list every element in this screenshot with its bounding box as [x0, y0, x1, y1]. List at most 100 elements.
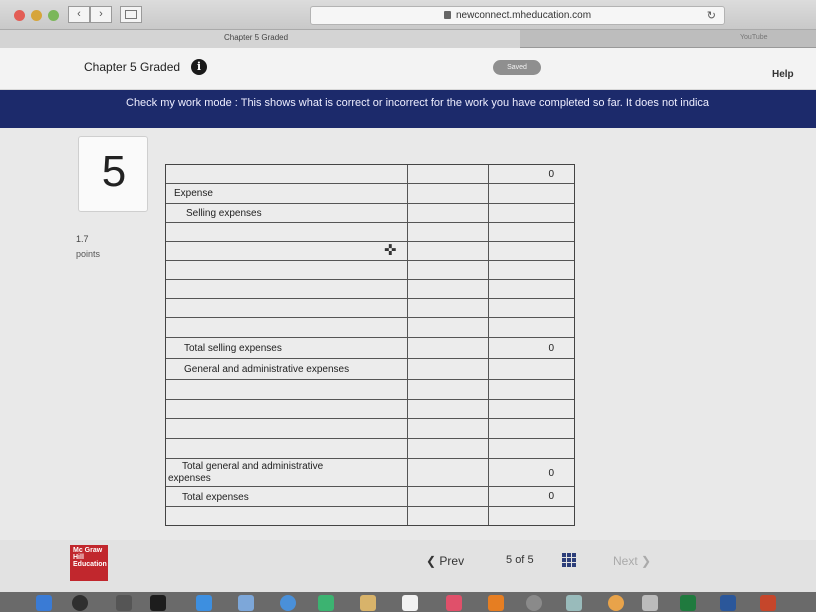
- total-cell: [489, 419, 574, 438]
- label-input[interactable]: [166, 318, 408, 337]
- label-input[interactable]: [166, 242, 408, 260]
- amount-cell[interactable]: [408, 165, 489, 183]
- table-row: [166, 299, 574, 318]
- sidebar-toggle-button[interactable]: [120, 6, 142, 23]
- help-button[interactable]: Help: [772, 69, 794, 80]
- app-store-icon[interactable]: [196, 595, 212, 611]
- page-current: 5: [506, 554, 513, 566]
- total-ga-label-line1: Total general and administrative: [182, 461, 324, 472]
- table-row: Total expenses 0: [166, 487, 574, 507]
- prev-label: Prev: [439, 554, 465, 568]
- label-cell[interactable]: [166, 165, 408, 183]
- amount-input[interactable]: [408, 439, 489, 458]
- launchpad-icon[interactable]: [72, 595, 88, 611]
- label-cell: General and administrative expenses: [166, 359, 408, 379]
- table-row: [166, 439, 574, 459]
- label-input[interactable]: [166, 280, 408, 298]
- window-controls: [14, 10, 59, 21]
- maps-icon[interactable]: [566, 595, 582, 611]
- info-icon[interactable]: i: [191, 59, 207, 75]
- settings-gear-icon[interactable]: [526, 595, 542, 611]
- excel-icon[interactable]: [680, 595, 696, 611]
- tab-strip: Chapter 5 Graded YouTube: [0, 30, 816, 48]
- safari-icon[interactable]: [280, 595, 296, 611]
- prev-button[interactable]: ❮ Prev: [426, 554, 464, 568]
- finder-icon[interactable]: [36, 595, 52, 611]
- total-cell: [489, 380, 574, 399]
- table-row: [166, 261, 574, 280]
- tab-chapter-5[interactable]: Chapter 5 Graded: [0, 30, 520, 48]
- question-area: 5 1.7 points 0 Expense Selling expenses: [0, 128, 816, 540]
- label-input[interactable]: [166, 507, 408, 525]
- question-navigation: Mc Graw Hill Education ❮ Prev 5 of 5 Nex…: [0, 540, 816, 592]
- address-bar[interactable]: newconnect.mheducation.com ↻: [310, 6, 725, 25]
- tab-youtube[interactable]: YouTube: [740, 34, 768, 41]
- preview-icon[interactable]: [238, 595, 254, 611]
- total-cell: [489, 507, 574, 525]
- amount-input[interactable]: [408, 280, 489, 298]
- page-total: 5: [527, 554, 534, 566]
- check-my-work-banner: Check my work mode : This shows what is …: [0, 90, 816, 128]
- amount-input[interactable]: [408, 400, 489, 418]
- amount-input[interactable]: [408, 419, 489, 438]
- amount-cell: [408, 184, 489, 203]
- banner-text: Check my work mode : This shows what is …: [126, 97, 710, 109]
- label-input[interactable]: [166, 439, 408, 458]
- table-row: [166, 280, 574, 299]
- table-row: [166, 318, 574, 338]
- page-indicator: 5 of 5: [506, 554, 534, 566]
- ga-heading: General and administrative expenses: [184, 364, 350, 375]
- top-total-value: 0: [548, 169, 554, 180]
- total-cell: [489, 359, 574, 379]
- amount-input[interactable]: [408, 380, 489, 399]
- total-ga-label-line2: expenses: [168, 473, 211, 484]
- label-input[interactable]: [166, 261, 408, 279]
- amount-input[interactable]: [408, 242, 489, 260]
- table-row: Expense: [166, 184, 574, 204]
- music-icon[interactable]: [446, 595, 462, 611]
- url-text: newconnect.mheducation.com: [456, 10, 592, 21]
- close-window-button[interactable]: [14, 10, 25, 21]
- total-cell: [489, 184, 574, 203]
- amount-input[interactable]: [408, 507, 489, 525]
- label-input[interactable]: [166, 380, 408, 399]
- photos-icon[interactable]: [608, 595, 624, 611]
- amount-input[interactable]: [408, 299, 489, 317]
- minimize-window-button[interactable]: [31, 10, 42, 21]
- word-icon[interactable]: [720, 595, 736, 611]
- amount-input[interactable]: [408, 223, 489, 241]
- assignment-header: Chapter 5 Graded i Saved Help: [0, 48, 816, 90]
- table-row: [166, 380, 574, 400]
- powerpoint-icon[interactable]: [760, 595, 776, 611]
- selling-heading: Selling expenses: [186, 208, 262, 219]
- table-row: General and administrative expenses: [166, 359, 574, 380]
- total-cell: 0: [489, 338, 574, 358]
- reload-icon[interactable]: ↻: [707, 9, 716, 22]
- app-icon[interactable]: [642, 595, 658, 611]
- total-selling-label: Total selling expenses: [184, 343, 282, 354]
- forward-button[interactable]: ›: [90, 6, 112, 23]
- rocket-icon[interactable]: [116, 595, 132, 611]
- notes-icon[interactable]: [360, 595, 376, 611]
- label-input[interactable]: [166, 400, 408, 418]
- label-cell: Total selling expenses: [166, 338, 408, 358]
- calendar-icon[interactable]: [402, 595, 418, 611]
- total-cell: 0: [489, 459, 574, 486]
- label-input[interactable]: [166, 299, 408, 317]
- total-cell: 0: [489, 487, 574, 506]
- amount-input[interactable]: [408, 261, 489, 279]
- amount-input[interactable]: [408, 318, 489, 337]
- terminal-icon[interactable]: [150, 595, 166, 611]
- label-input[interactable]: [166, 419, 408, 438]
- next-button[interactable]: Next ❯: [613, 554, 651, 568]
- table-row: [166, 400, 574, 419]
- facetime-icon[interactable]: [318, 595, 334, 611]
- maximize-window-button[interactable]: [48, 10, 59, 21]
- back-button[interactable]: ‹: [68, 6, 90, 23]
- question-grid-icon[interactable]: [562, 553, 576, 567]
- books-icon[interactable]: [488, 595, 504, 611]
- total-ga-value: 0: [548, 468, 554, 479]
- total-cell: [489, 280, 574, 298]
- label-input[interactable]: [166, 223, 408, 241]
- total-cell: [489, 242, 574, 260]
